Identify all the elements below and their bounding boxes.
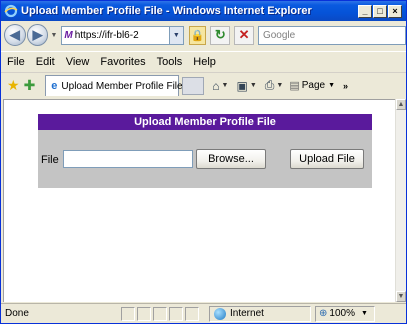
tab-ie-icon: e (51, 80, 58, 92)
menu-favorites[interactable]: Favorites (100, 56, 145, 68)
security-lock-icon[interactable]: 🔒 (188, 25, 207, 45)
search-placeholder: Google (262, 29, 296, 41)
chevron-down-icon: ▼ (249, 82, 257, 89)
window-controls: _ □ × (358, 4, 402, 18)
refresh-button[interactable]: ↻ (210, 25, 231, 45)
refresh-icon: ↻ (214, 27, 226, 42)
page-icon: ▤ (289, 80, 300, 92)
maximize-button[interactable]: □ (373, 4, 387, 18)
printer-icon: ⎙ (264, 78, 275, 92)
home-icon: ⌂ (212, 78, 220, 93)
minimize-button[interactable]: _ (358, 4, 372, 18)
zoom-control[interactable]: ⊕ 100% ▼ (315, 305, 375, 322)
chevron-down-icon: ▼ (172, 31, 180, 39)
browse-button[interactable]: Browse... (196, 149, 266, 169)
status-slot (137, 306, 151, 321)
search-input[interactable]: Google (257, 25, 406, 45)
scroll-down-button[interactable]: ▼ (396, 291, 406, 302)
tab-active[interactable]: e Upload Member Profile File (45, 75, 183, 96)
print-button[interactable]: ⎙ ▼ (265, 78, 284, 93)
upload-file-button[interactable]: Upload File (290, 149, 364, 169)
zone-label: Internet (230, 308, 264, 319)
menu-help[interactable]: Help (193, 56, 216, 68)
page-menu-button[interactable]: ▤ Page ▼ (289, 79, 335, 92)
favorites-star-icon[interactable]: ★ (7, 77, 20, 94)
address-toolbar: ◀ ▶ ▼ M https://ifr-bl6-2 ▼ 🔒 ↻ ✕ Google (1, 21, 406, 49)
chevron-down-icon: ▼ (360, 310, 368, 317)
add-favorite-icon[interactable]: ✚ (24, 77, 36, 94)
menu-edit[interactable]: Edit (36, 56, 55, 68)
menu-file[interactable]: File (7, 56, 25, 68)
forward-arrow-icon: ▶ (32, 27, 43, 42)
internet-globe-icon (214, 307, 226, 320)
status-text: Done (5, 308, 29, 319)
title-bar[interactable]: Upload Member Profile File - Windows Int… (1, 1, 406, 21)
stop-icon: ✕ (238, 27, 250, 42)
page-content: Upload Member Profile File File Browse..… (3, 99, 395, 302)
status-slot (185, 306, 199, 321)
tab-command-bar: ★ ✚ e Upload Member Profile File ⌂ ▼ ▣ ▼ ⎙… (1, 72, 406, 98)
tab-label: Upload Member Profile File (61, 80, 183, 92)
zoom-level: 100% (329, 308, 355, 319)
chevron-down-icon: ▼ (328, 82, 336, 89)
address-url: https://ifr-bl6-2 (74, 29, 139, 41)
address-field[interactable]: M https://ifr-bl6-2 (61, 25, 170, 45)
stop-button[interactable]: ✕ (234, 25, 254, 45)
menu-tools[interactable]: Tools (157, 56, 183, 68)
address-dropdown-button[interactable]: ▼ (169, 25, 184, 45)
scroll-up-button[interactable]: ▲ (396, 99, 406, 110)
zoom-magnifier-icon: ⊕ (319, 308, 328, 319)
feeds-button[interactable]: ▣ ▼ (236, 79, 256, 93)
close-button[interactable]: × (388, 4, 402, 18)
back-arrow-icon: ◀ (9, 27, 20, 42)
new-tab-button[interactable] (182, 76, 205, 95)
chevron-down-icon: ▼ (221, 82, 229, 89)
menu-bar: File Edit View Favorites Tools Help (1, 51, 406, 71)
back-button[interactable]: ◀ (4, 24, 26, 46)
window-title: Upload Member Profile File - Windows Int… (21, 5, 312, 17)
upload-form: File Browse... Upload File (38, 130, 372, 188)
page-title: Upload Member Profile File (38, 114, 372, 130)
site-favicon-icon: M (64, 29, 73, 41)
status-slot (153, 306, 167, 321)
vertical-scrollbar[interactable]: ▲ ▼ (395, 99, 406, 302)
menu-view[interactable]: View (66, 56, 90, 68)
feeds-icon: ▣ (236, 78, 248, 93)
browser-window: Upload Member Profile File - Windows Int… (0, 0, 407, 324)
internet-explorer-icon (4, 4, 18, 18)
chevron-down-icon: ▼ (276, 82, 284, 89)
home-button[interactable]: ⌂ ▼ (212, 79, 228, 93)
status-bar: Done Internet ⊕ 100% ▼ (1, 303, 406, 323)
security-zone[interactable]: Internet (209, 305, 311, 322)
status-slot (121, 306, 135, 321)
file-label: File (41, 154, 59, 166)
file-path-input[interactable] (63, 150, 193, 168)
page-menu-label: Page (301, 80, 326, 91)
recent-pages-dropdown-icon[interactable]: ▼ (50, 32, 57, 39)
forward-button[interactable]: ▶ (26, 24, 49, 46)
status-slot (169, 306, 183, 321)
toolbar-overflow-button[interactable]: » (343, 81, 348, 91)
